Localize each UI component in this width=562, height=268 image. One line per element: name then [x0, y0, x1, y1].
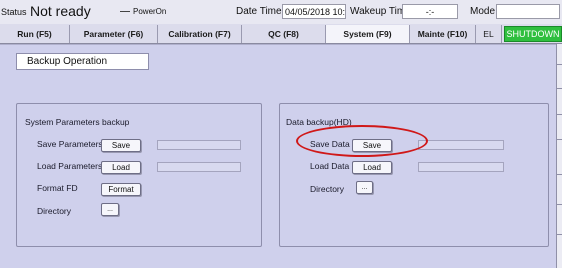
edge-tick	[557, 64, 562, 65]
save-parameters-label: Save Parameters	[37, 139, 103, 149]
data-directory-label: Directory	[310, 184, 345, 194]
save-parameters-button[interactable]: Save	[101, 139, 141, 152]
edge-tick	[557, 88, 562, 89]
load-parameters-label: Load Parameters	[37, 161, 103, 171]
save-data-highlight-annotation	[296, 125, 428, 157]
edge-tick	[557, 174, 562, 175]
data-directory-browse-button[interactable]: ...	[356, 181, 373, 194]
shutdown-button[interactable]: SHUTDOWN	[504, 26, 562, 42]
datetime-label: Date Time	[236, 6, 282, 17]
mode-field	[496, 4, 560, 19]
system-backup-group: System Parameters backup Save Parameters…	[16, 103, 262, 247]
page-title: Backup Operation	[16, 53, 149, 70]
format-fd-button[interactable]: Format	[101, 183, 141, 196]
tab-el[interactable]: EL	[476, 25, 502, 43]
tab-mainte[interactable]: Mainte (F10)	[410, 25, 476, 43]
tab-calibration[interactable]: Calibration (F7)	[158, 25, 242, 43]
tab-run[interactable]: Run (F5)	[0, 25, 70, 43]
load-data-progress	[418, 162, 504, 172]
power-label: PowerOn	[133, 7, 167, 16]
status-label: Status	[1, 7, 27, 17]
tab-qc[interactable]: QC (F8)	[242, 25, 326, 43]
right-side-panel-edge	[556, 44, 562, 268]
edge-tick	[557, 234, 562, 235]
mode-label: Mode	[470, 6, 496, 17]
load-data-button[interactable]: Load	[352, 161, 392, 174]
format-fd-label: Format FD	[37, 183, 78, 193]
power-indicator-icon	[120, 11, 130, 12]
datetime-field: 04/05/2018 10:15	[282, 4, 346, 19]
load-parameters-progress	[157, 162, 241, 172]
status-bar: Status Not ready PowerOn Date Time 04/05…	[0, 0, 562, 24]
data-backup-group: Data backup(HD) Save Data Save Load Data…	[279, 103, 549, 247]
status-value: Not ready	[30, 3, 91, 19]
load-parameters-button[interactable]: Load	[101, 161, 141, 174]
directory-label: Directory	[37, 206, 72, 216]
tab-bar: Run (F5) Parameter (F6) Calibration (F7)…	[0, 24, 562, 44]
system-directory-browse-button[interactable]: ...	[101, 203, 119, 216]
wakeup-field: -:-	[402, 4, 458, 19]
system-backup-title: System Parameters backup	[25, 117, 130, 127]
load-data-label: Load Data	[310, 161, 350, 171]
tab-system[interactable]: System (F9)	[326, 25, 410, 43]
save-parameters-progress	[157, 140, 241, 150]
save-data-progress	[418, 140, 504, 150]
edge-tick	[557, 204, 562, 205]
tab-parameter[interactable]: Parameter (F6)	[70, 25, 158, 43]
main-panel: Backup Operation System Parameters backu…	[0, 44, 556, 268]
edge-tick	[557, 139, 562, 140]
edge-tick	[557, 114, 562, 115]
